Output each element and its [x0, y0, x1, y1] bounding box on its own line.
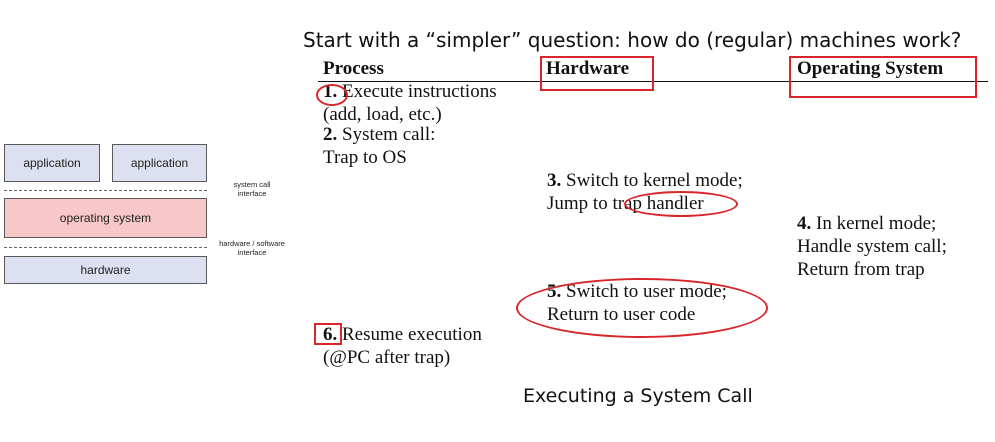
hw-sw-interface-label: hardware / software interface [219, 239, 285, 257]
step-1-line-1: Execute instructions [337, 81, 497, 102]
step-5-circle [516, 278, 768, 338]
step-4-line-1: In kernel mode; [811, 213, 937, 234]
step-4: 4. In kernel mode; Handle system call; R… [797, 212, 947, 281]
syscall-interface-divider [4, 190, 207, 191]
step-6-line-2: (@PC after trap) [323, 347, 451, 368]
application-label-right: application [130, 156, 189, 170]
step-4-line-2: Handle system call; [797, 236, 947, 257]
operating-system-label: operating system [59, 211, 152, 225]
hardware-label: hardware [80, 263, 131, 277]
step-3-line-1: Switch to kernel mode; [561, 170, 743, 191]
step-1: 1. Execute instructions (add, load, etc.… [323, 80, 497, 126]
hardware-header-highlight-box [540, 56, 654, 91]
step-6-line-1: Resume execution [337, 324, 482, 345]
step-1-number-circle [316, 84, 348, 106]
hw-sw-interface-divider [4, 247, 207, 248]
application-label-left: application [23, 156, 81, 170]
application-box-right: application [112, 144, 207, 182]
step-4-line-3: Return from trap [797, 259, 925, 280]
step-4-number: 4. [797, 213, 812, 234]
hardware-box: hardware [4, 256, 207, 284]
slide-title: Start with a “simpler” question: how do … [303, 28, 962, 52]
operating-system-box: operating system [4, 198, 207, 238]
trap-handler-circle [624, 191, 738, 217]
process-column-header: Process [323, 58, 384, 79]
step-2-line-2: Trap to OS [323, 147, 407, 168]
step-2: 2. System call: Trap to OS [323, 123, 435, 169]
step-2-number: 2. [323, 124, 338, 145]
step-6-number-box [314, 323, 342, 345]
slide-caption: Executing a System Call [523, 385, 753, 407]
step-3-number: 3. [547, 170, 562, 191]
step-6: 6. Resume execution (@PC after trap) [323, 323, 482, 369]
os-header-highlight-box [789, 56, 977, 98]
application-box-left: application [4, 144, 100, 182]
step-2-line-1: System call: [337, 124, 436, 145]
syscall-interface-label: system call interface [233, 180, 271, 198]
